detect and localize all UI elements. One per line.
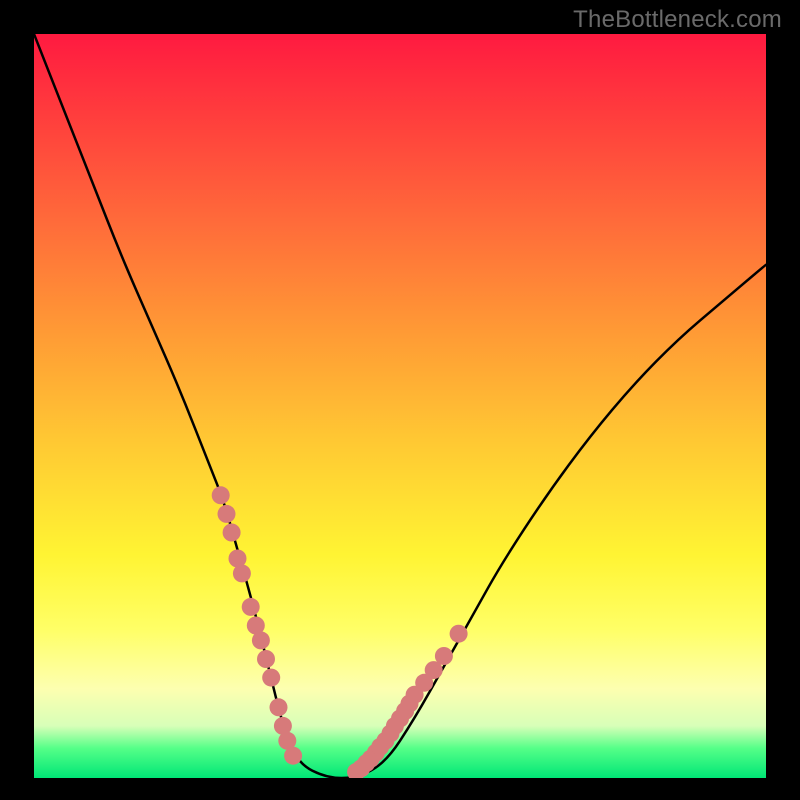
watermark-text: TheBottleneck.com xyxy=(573,6,782,34)
highlight-dot xyxy=(435,647,453,665)
highlight-dot xyxy=(223,524,241,542)
highlight-dot xyxy=(450,625,468,643)
chart-frame: TheBottleneck.com xyxy=(0,0,800,800)
highlight-dot xyxy=(270,698,288,716)
highlight-dots-right xyxy=(347,625,468,778)
highlight-dot xyxy=(252,631,270,649)
bottleneck-curve-svg xyxy=(34,34,766,778)
bottleneck-curve-path xyxy=(34,34,766,778)
highlight-dot xyxy=(233,564,251,582)
highlight-dot xyxy=(262,669,280,687)
highlight-dot xyxy=(242,598,260,616)
highlight-dot xyxy=(257,650,275,668)
plot-area xyxy=(34,34,766,778)
highlight-dot xyxy=(218,505,236,523)
highlight-dot xyxy=(212,486,230,504)
highlight-dot xyxy=(284,747,302,765)
highlight-dots-left xyxy=(212,486,302,764)
